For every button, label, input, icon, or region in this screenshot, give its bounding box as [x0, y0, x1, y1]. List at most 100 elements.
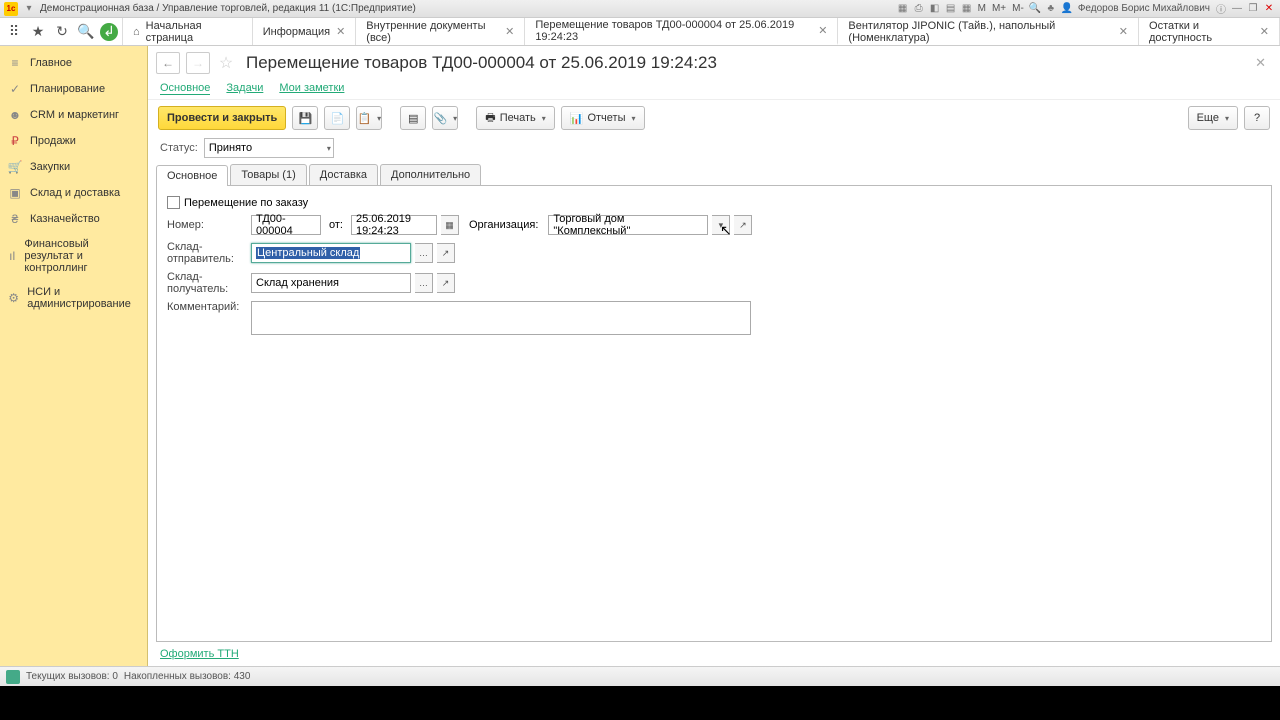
- sidebar-item[interactable]: ₽Продажи: [0, 128, 147, 154]
- sidebar-item[interactable]: ılФинансовый результат и контроллинг: [0, 232, 147, 280]
- form-tab[interactable]: Основное: [156, 165, 228, 186]
- from-open-icon[interactable]: ↗: [437, 243, 455, 263]
- tab-close-icon[interactable]: ✕: [1119, 25, 1128, 38]
- from-ellipsis-icon[interactable]: …: [415, 243, 433, 263]
- tb-icon-3[interactable]: ◧: [928, 2, 942, 16]
- help-button[interactable]: ?: [1244, 106, 1270, 130]
- favorite-star-icon[interactable]: ☆: [216, 53, 236, 73]
- tb-print-icon[interactable]: ⎙: [912, 2, 926, 16]
- sidebar-label: Склад и доставка: [30, 187, 120, 199]
- sidebar-item[interactable]: ≡Главное: [0, 50, 147, 76]
- subnav-main[interactable]: Основное: [160, 82, 210, 95]
- to-ellipsis-icon[interactable]: …: [415, 273, 433, 293]
- tb-calc-icon[interactable]: ▤: [944, 2, 958, 16]
- tb-m-plus[interactable]: M+: [992, 3, 1006, 14]
- form-tab[interactable]: Доставка: [309, 164, 378, 185]
- post-button[interactable]: 📄: [324, 106, 350, 130]
- org-drop-icon[interactable]: ▾: [712, 215, 730, 235]
- status-bar: Текущих вызовов: 0 Накопленных вызовов: …: [0, 666, 1280, 686]
- tb-m-minus[interactable]: M-: [1012, 3, 1024, 14]
- comment-textarea[interactable]: [251, 301, 751, 335]
- subnav-tasks[interactable]: Задачи: [226, 82, 263, 95]
- tab-label: Внутренние документы (все): [366, 20, 499, 44]
- sidebar-item[interactable]: ⚙ НСИ и администрирование: [0, 280, 147, 316]
- sidebar-item[interactable]: ✓Планирование: [0, 76, 147, 102]
- close-document-icon[interactable]: ✕: [1249, 55, 1272, 71]
- sidebar-label: НСИ и администрирование: [27, 286, 139, 310]
- tab-label: Вентилятор JIPONIC (Тайв.), напольный (Н…: [848, 20, 1112, 44]
- sidebar-item[interactable]: ☻ CRM и маркетинг: [0, 102, 147, 128]
- org-input[interactable]: Торговый дом "Комплексный": [548, 215, 708, 235]
- form-tab[interactable]: Дополнительно: [380, 164, 481, 185]
- structure-button[interactable]: ▤: [400, 106, 426, 130]
- org-open-icon[interactable]: ↗: [734, 215, 752, 235]
- tb-user-icon[interactable]: 👤: [1060, 2, 1074, 16]
- sidebar-icon: ≡: [8, 56, 22, 70]
- main-tabs-bar: ⠿ ★ ↻ 🔍 ↲ ⌂Начальная страницаИнформация✕…: [0, 18, 1280, 46]
- apps-icon[interactable]: ⠿: [4, 22, 24, 42]
- window-minimize-icon[interactable]: —: [1230, 2, 1244, 16]
- sidebar-icon: ⚙: [8, 291, 19, 305]
- search-icon[interactable]: 🔍: [76, 22, 96, 42]
- main-tab[interactable]: Перемещение товаров ТД00-000004 от 25.06…: [525, 18, 838, 45]
- form-tab[interactable]: Товары (1): [230, 164, 306, 185]
- date-label: от:: [329, 219, 343, 231]
- sidebar-item[interactable]: 🛒Закупки: [0, 154, 147, 180]
- history-icon[interactable]: ↻: [52, 22, 72, 42]
- main-tab[interactable]: Остатки и доступность ✕: [1139, 18, 1280, 45]
- main-tab[interactable]: Внутренние документы (все) ✕: [356, 18, 525, 45]
- sidebar-label: CRM и маркетинг: [30, 109, 119, 121]
- save-button[interactable]: 💾: [292, 106, 318, 130]
- tb-info-icon[interactable]: ⓘ: [1214, 2, 1228, 16]
- create-based-button[interactable]: 📋▾: [356, 106, 382, 130]
- print-button[interactable]: 🖶 Печать▾: [476, 106, 554, 130]
- main-tab[interactable]: ⌂Начальная страница: [123, 18, 253, 45]
- warehouse-to-input[interactable]: Склад хранения: [251, 273, 411, 293]
- tab-close-icon[interactable]: ✕: [1260, 25, 1269, 38]
- ttn-link[interactable]: Оформить ТТН: [148, 642, 1280, 666]
- home-icon: ⌂: [133, 26, 140, 38]
- calendar-icon[interactable]: ▦: [441, 215, 459, 235]
- date-input[interactable]: 25.06.2019 19:24:23: [351, 215, 437, 235]
- sidebar-item[interactable]: ₴Казначейство: [0, 206, 147, 232]
- comment-label: Комментарий:: [167, 301, 247, 313]
- window-maximize-icon[interactable]: ❐: [1246, 2, 1260, 16]
- app-logo-icon: 1c: [4, 2, 18, 16]
- number-input[interactable]: ТД00-000004: [251, 215, 321, 235]
- tb-m[interactable]: M: [978, 3, 986, 14]
- tab-label: Остатки и доступность: [1149, 20, 1254, 44]
- document-title: Перемещение товаров ТД00-000004 от 25.06…: [246, 53, 717, 73]
- star-icon[interactable]: ★: [28, 22, 48, 42]
- tab-close-icon[interactable]: ✕: [336, 25, 345, 38]
- enter-icon[interactable]: ↲: [100, 23, 118, 41]
- tb-search-icon[interactable]: 🔍: [1028, 2, 1042, 16]
- to-open-icon[interactable]: ↗: [437, 273, 455, 293]
- main-tab[interactable]: Информация✕: [253, 18, 357, 45]
- attach-button[interactable]: 📎▾: [432, 106, 458, 130]
- post-and-close-button[interactable]: Провести и закрыть: [158, 106, 286, 130]
- by-order-checkbox[interactable]: [167, 196, 180, 209]
- from-label: Склад-отправитель:: [167, 241, 247, 265]
- tab-close-icon[interactable]: ✕: [818, 24, 827, 37]
- forward-button[interactable]: →: [186, 52, 210, 74]
- tb-calendar-icon[interactable]: ▦: [960, 2, 974, 16]
- tb-icon-1[interactable]: ▦: [896, 2, 910, 16]
- sidebar-icon: ☻: [8, 108, 22, 122]
- tb-bell-icon[interactable]: ♣: [1044, 2, 1058, 16]
- sidebar-label: Финансовый результат и контроллинг: [24, 238, 139, 274]
- status-icon: [6, 670, 20, 684]
- status-calls: Текущих вызовов: 0: [26, 671, 118, 682]
- subnav-notes[interactable]: Мои заметки: [279, 82, 344, 95]
- dropdown-icon[interactable]: ▾: [22, 2, 36, 16]
- tab-label: Перемещение товаров ТД00-000004 от 25.06…: [535, 19, 812, 43]
- reports-button[interactable]: 📊 Отчеты▾: [561, 106, 645, 130]
- more-button[interactable]: Еще▾: [1188, 106, 1238, 130]
- main-tab[interactable]: Вентилятор JIPONIC (Тайв.), напольный (Н…: [838, 18, 1139, 45]
- tab-close-icon[interactable]: ✕: [505, 25, 514, 38]
- sidebar-icon: ▣: [8, 186, 22, 200]
- back-button[interactable]: ←: [156, 52, 180, 74]
- warehouse-from-input[interactable]: Центральный склад: [251, 243, 411, 263]
- sidebar-item[interactable]: ▣ Склад и доставка: [0, 180, 147, 206]
- status-select[interactable]: Принято▾: [204, 138, 334, 158]
- window-close-icon[interactable]: ✕: [1262, 2, 1276, 16]
